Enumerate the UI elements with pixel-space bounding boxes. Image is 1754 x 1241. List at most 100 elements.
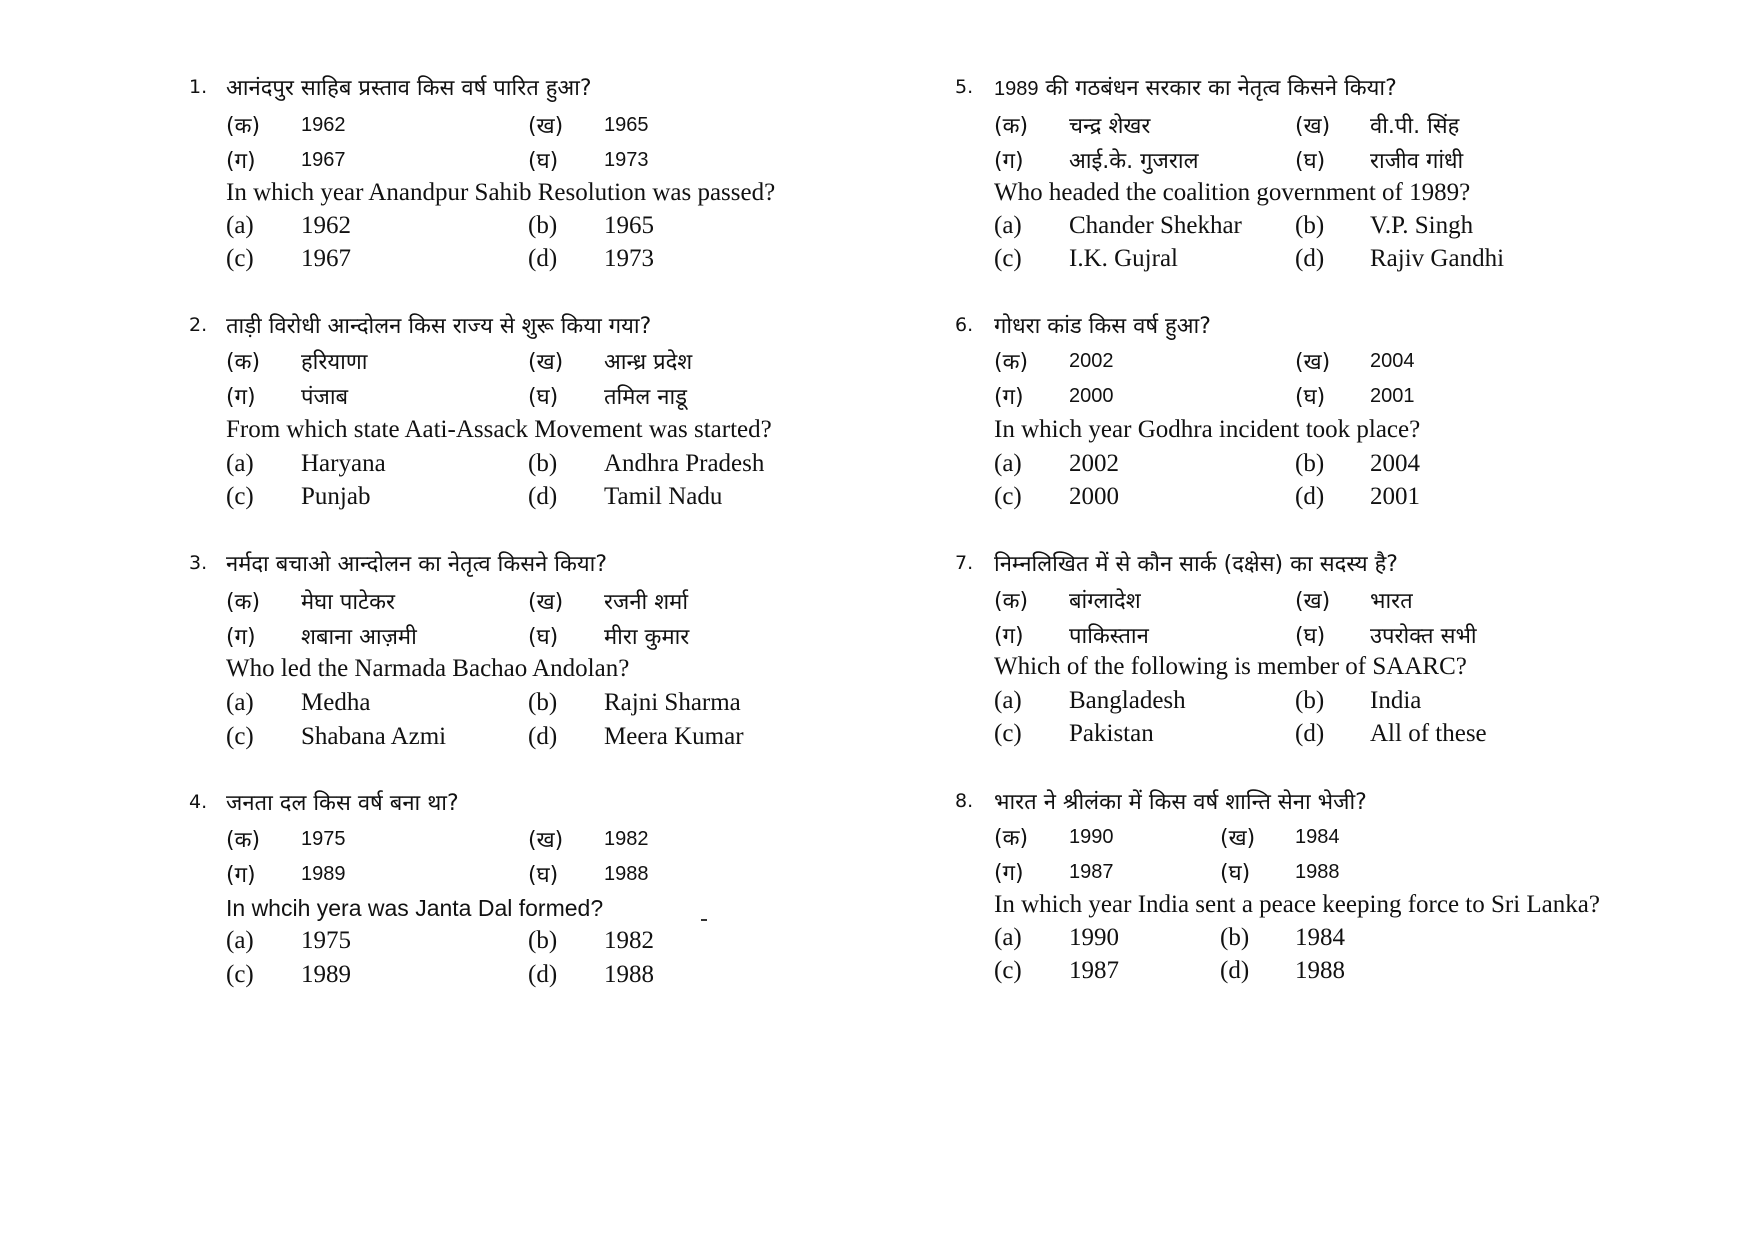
option-row-hindi-1: (क) मेघा पाटेकर (ख) रजनी शर्मा: [226, 586, 826, 616]
option-label: (c): [226, 723, 254, 750]
question-hindi-text: भारत ने श्रीलंका में किस वर्ष शान्ति सेन…: [994, 790, 1367, 815]
question-number: 1.: [189, 76, 208, 98]
option-value: 1973: [604, 149, 649, 171]
option-label: (c): [226, 483, 254, 510]
option-label: (d): [1295, 720, 1325, 747]
option-row-hindi-1: (क) 2002 (ख) 2004: [994, 346, 1634, 376]
question-hindi-line: 1989 की गठबंधन सरकार का नेतृत्व किसने कि…: [994, 72, 1397, 102]
option-label: (ख): [1220, 826, 1256, 851]
option-value: बांग्लादेश: [1069, 589, 1141, 614]
option-label: (घ): [528, 863, 559, 888]
option-value: हरियाणा: [301, 350, 368, 375]
option-label: (ग): [994, 624, 1024, 649]
option-label: (d): [1295, 483, 1325, 510]
option-row-english-1: (a) Bangladesh (b) India: [994, 687, 1634, 717]
option-value: Meera Kumar: [604, 723, 744, 750]
option-value: Bangladesh: [1069, 687, 1186, 714]
option-label: (a): [226, 450, 254, 477]
option-label: (c): [994, 720, 1022, 747]
option-label: (ख): [1295, 114, 1331, 139]
option-value: Medha: [301, 689, 371, 716]
option-row-hindi-2: (ग) 1989 (घ) 1988: [226, 859, 826, 889]
option-value: I.K. Gujral: [1069, 245, 1178, 272]
option-label: (d): [1295, 245, 1325, 272]
option-label: (क): [994, 589, 1029, 614]
option-label: (क): [226, 590, 261, 615]
question-english-text: In which year Godhra incident took place…: [994, 416, 1421, 443]
question-number: 5.: [955, 76, 974, 98]
option-value: 1988: [1295, 861, 1340, 883]
option-value: 1984: [1295, 826, 1340, 848]
option-value: पाकिस्तान: [1069, 624, 1149, 649]
option-value: 1975: [301, 927, 351, 954]
option-value: 1973: [604, 245, 654, 272]
option-row-hindi-1: (क) 1990 (ख) 1984: [994, 822, 1634, 852]
question-hindi-text: निम्नलिखित में से कौन सार्क (दक्षेस) का …: [994, 552, 1398, 577]
option-label: (b): [1295, 450, 1325, 477]
option-row-hindi-2: (ग) 2000 (घ) 2001: [994, 381, 1634, 411]
option-label: (d): [528, 961, 558, 988]
option-row-english-2: (c) 2000 (d) 2001: [994, 483, 1634, 513]
option-value: रजनी शर्मा: [604, 590, 689, 615]
option-value: 1988: [604, 863, 649, 885]
option-value: 1967: [301, 149, 346, 171]
option-label: (d): [528, 723, 558, 750]
option-value: 1988: [604, 961, 654, 988]
option-value: 2004: [1370, 450, 1420, 477]
option-label: (ग): [226, 385, 256, 410]
option-label: (b): [1295, 687, 1325, 714]
option-label: (क): [226, 828, 261, 853]
option-row-hindi-2: (ग) पाकिस्तान (घ) उपरोक्त सभी: [994, 620, 1634, 650]
option-row-english-1: (a) 2002 (b) 2004: [994, 450, 1634, 480]
option-value: 1967: [301, 245, 351, 272]
question-hindi-text: आनंदपुर साहिब प्रस्ताव किस वर्ष पारित हु…: [226, 76, 592, 101]
option-value: 2001: [1370, 385, 1415, 407]
question-hindi-text: जनता दल किस वर्ष बना था?: [226, 791, 459, 816]
option-label: (c): [994, 245, 1022, 272]
option-row-english-2: (c) Pakistan (d) All of these: [994, 720, 1634, 750]
option-value: Rajni Sharma: [604, 689, 741, 716]
option-row-hindi-2: (ग) 1967 (घ) 1973: [226, 145, 826, 175]
option-value: राजीव गांधी: [1370, 149, 1464, 174]
option-row-hindi-1: (क) चन्द्र शेखर (ख) वी.पी. सिंह: [994, 110, 1634, 140]
option-row-hindi-2: (ग) 1987 (घ) 1988: [994, 857, 1634, 887]
option-value: मेघा पाटेकर: [301, 590, 396, 615]
option-label: (b): [528, 212, 558, 239]
option-label: (घ): [1220, 861, 1251, 886]
option-label: (b): [1220, 924, 1250, 951]
option-value: All of these: [1370, 720, 1487, 747]
question-number: 3.: [189, 552, 208, 574]
option-value: 1975: [301, 828, 346, 850]
option-label: (ग): [226, 863, 256, 888]
question-english-text: In which year Anandpur Sahib Resolution …: [226, 179, 776, 206]
option-label: (d): [1220, 957, 1250, 984]
option-value: 2001: [1370, 483, 1420, 510]
option-label: (क): [994, 826, 1029, 851]
option-label: (c): [226, 961, 254, 988]
option-row-english-1: (a) 1962 (b) 1965: [226, 212, 826, 242]
option-value: 1982: [604, 828, 649, 850]
option-label: (ग): [226, 625, 256, 650]
option-label: (क): [994, 114, 1029, 139]
option-value: Pakistan: [1069, 720, 1154, 747]
option-label: (घ): [528, 625, 559, 650]
option-label: (ख): [1295, 350, 1331, 375]
option-label: (a): [994, 687, 1022, 714]
option-value: India: [1370, 687, 1422, 714]
option-label: (b): [528, 927, 558, 954]
question-number: 2.: [189, 314, 208, 336]
question-number: 4.: [189, 791, 208, 813]
option-label: (क): [226, 350, 261, 375]
option-label: (ग): [994, 385, 1024, 410]
option-value: 1965: [604, 212, 654, 239]
option-row-hindi-2: (ग) पंजाब (घ) तमिल नाडू: [226, 381, 826, 411]
option-label: (घ): [1295, 385, 1326, 410]
option-label: (a): [994, 924, 1022, 951]
option-row-english-2: (c) 1987 (d) 1988: [994, 957, 1634, 987]
option-value: मीरा कुमार: [604, 625, 690, 650]
option-value: वी.पी. सिंह: [1370, 114, 1460, 139]
question-english-text: In whcih yera was Janta Dal formed?: [226, 895, 604, 921]
option-row-english-1: (a) Haryana (b) Andhra Pradesh: [226, 450, 826, 480]
option-row-hindi-2: (ग) आई.के. गुजराल (घ) राजीव गांधी: [994, 145, 1634, 175]
option-label: (d): [528, 483, 558, 510]
